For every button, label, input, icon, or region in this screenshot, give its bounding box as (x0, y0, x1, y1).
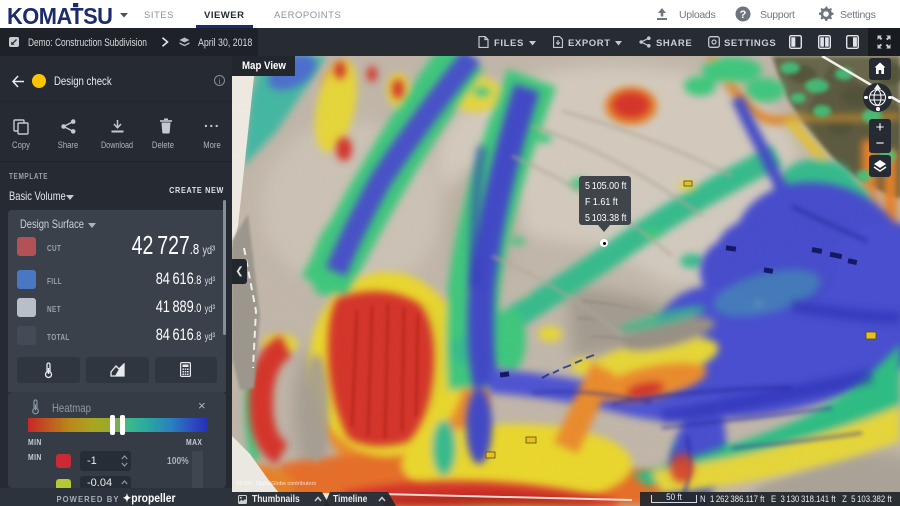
svg-text:?: ? (740, 9, 747, 21)
svg-text:KOMATSU: KOMATSU (7, 3, 112, 26)
svg-text:©ESRI, DigitalGlobe contributo: ©ESRI, DigitalGlobe contributors (236, 480, 316, 487)
